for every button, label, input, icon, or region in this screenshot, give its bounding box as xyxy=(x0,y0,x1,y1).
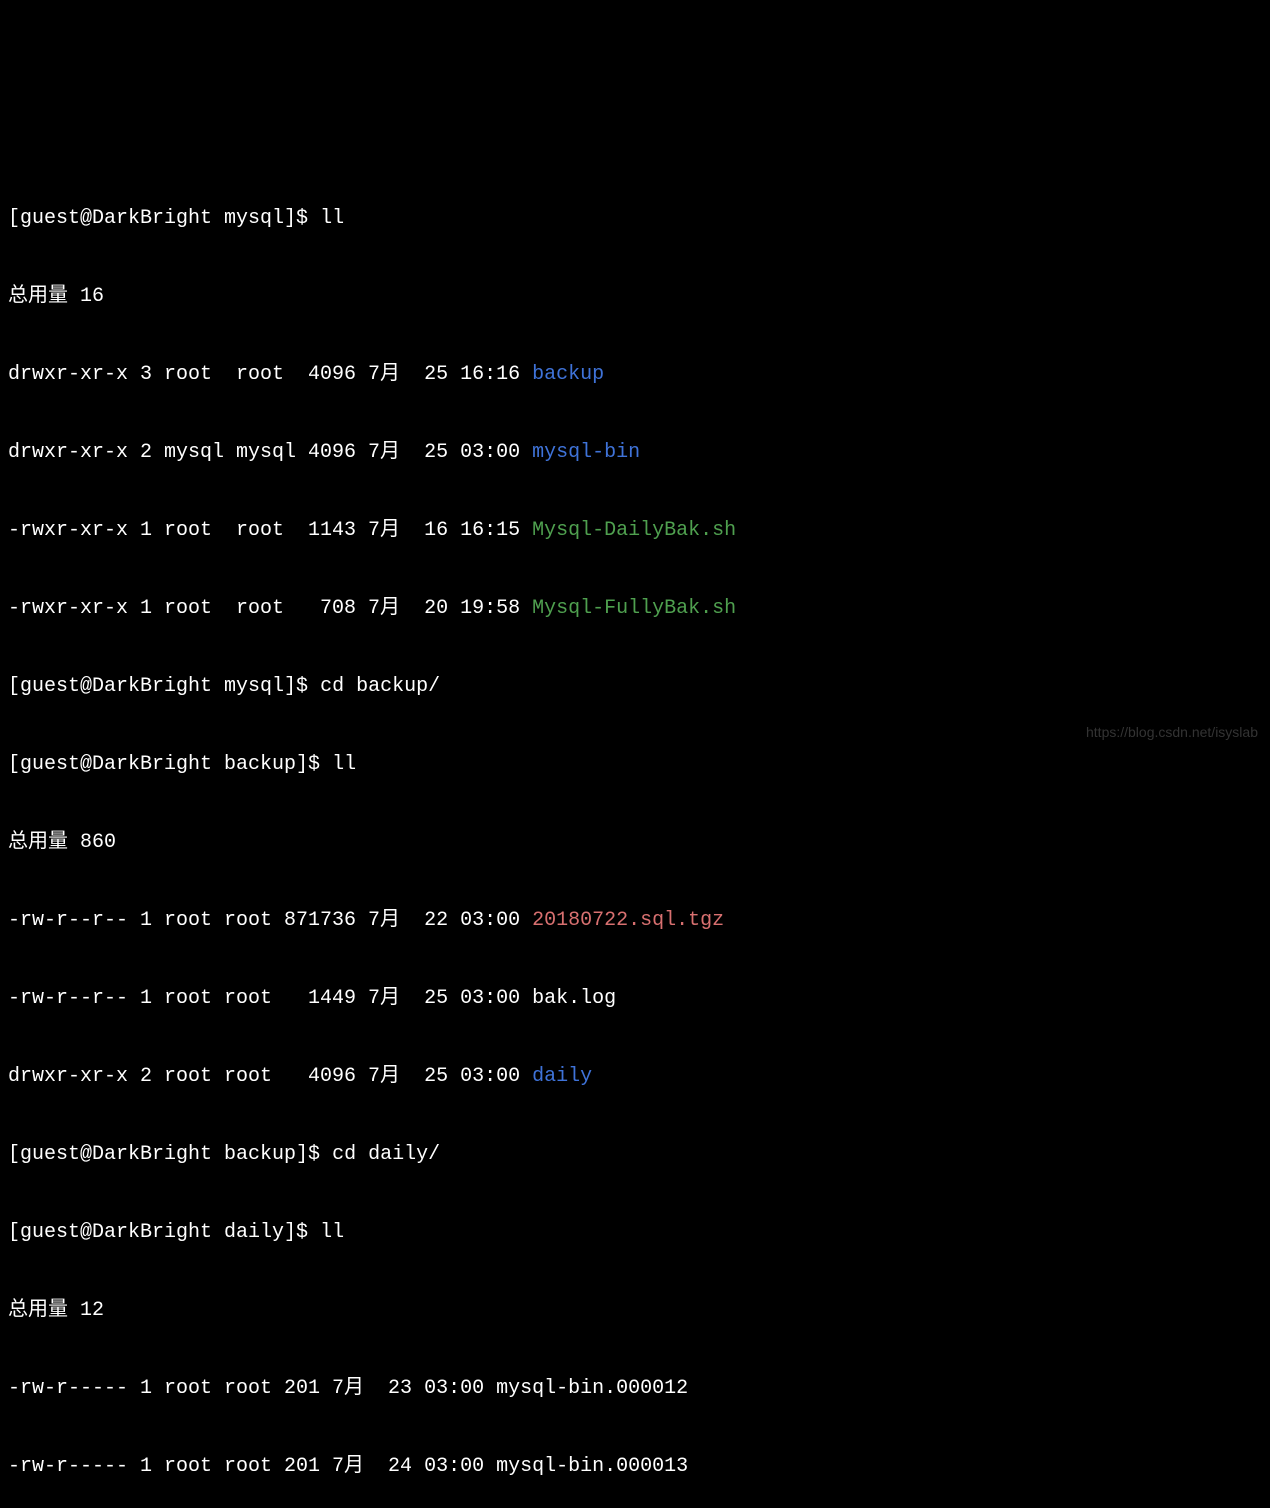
file-name: mysql-bin xyxy=(532,441,640,464)
command-text: ll xyxy=(320,1221,344,1244)
shell-prompt: [guest@DarkBright daily]$ xyxy=(8,1221,320,1244)
file-meta: -rw-r--r-- 1 root root 871736 7月 22 03:0… xyxy=(8,909,532,932)
file-entry: -rw-r--r-- 1 root root 871736 7月 22 03:0… xyxy=(8,901,1262,940)
file-entry: drwxr-xr-x 3 root root 4096 7月 25 16:16 … xyxy=(8,355,1262,394)
file-meta: -rw-r--r-- 1 root root 1449 7月 25 03:00 xyxy=(8,987,532,1010)
shell-prompt: [guest@DarkBright mysql]$ xyxy=(8,675,320,698)
command-text: cd backup/ xyxy=(320,675,440,698)
prompt-line: [guest@DarkBright mysql]$ ll xyxy=(8,199,1262,238)
file-meta: drwxr-xr-x 2 mysql mysql 4096 7月 25 03:0… xyxy=(8,441,532,464)
file-name: mysql-bin.000012 xyxy=(496,1377,688,1400)
file-entry: -rw-r--r-- 1 root root 1449 7月 25 03:00 … xyxy=(8,979,1262,1018)
file-entry: drwxr-xr-x 2 mysql mysql 4096 7月 25 03:0… xyxy=(8,433,1262,472)
terminal-output[interactable]: [guest@DarkBright mysql]$ ll 总用量 16 drwx… xyxy=(8,160,1262,1508)
command-text: ll xyxy=(320,207,344,230)
file-entry: -rw-r----- 1 root root 201 7月 23 03:00 m… xyxy=(8,1369,1262,1408)
file-name: backup xyxy=(532,363,604,386)
total-line: 总用量 16 xyxy=(8,277,1262,316)
file-name: daily xyxy=(532,1065,592,1088)
file-entry: -rwxr-xr-x 1 root root 708 7月 20 19:58 M… xyxy=(8,589,1262,628)
file-meta: -rwxr-xr-x 1 root root 1143 7月 16 16:15 xyxy=(8,519,532,542)
file-meta: -rw-r----- 1 root root 201 7月 24 03:00 xyxy=(8,1455,496,1478)
file-name: Mysql-DailyBak.sh xyxy=(532,519,736,542)
file-meta: drwxr-xr-x 2 root root 4096 7月 25 03:00 xyxy=(8,1065,532,1088)
file-entry: drwxr-xr-x 2 root root 4096 7月 25 03:00 … xyxy=(8,1057,1262,1096)
file-name: Mysql-FullyBak.sh xyxy=(532,597,736,620)
prompt-line: [guest@DarkBright mysql]$ cd backup/ xyxy=(8,667,1262,706)
total-line: 总用量 12 xyxy=(8,1291,1262,1330)
watermark-text: https://blog.csdn.net/isyslab xyxy=(1086,719,1258,746)
command-text: ll xyxy=(332,753,356,776)
prompt-line: [guest@DarkBright backup]$ cd daily/ xyxy=(8,1135,1262,1174)
shell-prompt: [guest@DarkBright backup]$ xyxy=(8,1143,332,1166)
file-name: bak.log xyxy=(532,987,616,1010)
file-name: 20180722.sql.tgz xyxy=(532,909,724,932)
file-meta: drwxr-xr-x 3 root root 4096 7月 25 16:16 xyxy=(8,363,532,386)
prompt-line: [guest@DarkBright backup]$ ll xyxy=(8,745,1262,784)
file-meta: -rwxr-xr-x 1 root root 708 7月 20 19:58 xyxy=(8,597,532,620)
total-line: 总用量 860 xyxy=(8,823,1262,862)
file-entry: -rwxr-xr-x 1 root root 1143 7月 16 16:15 … xyxy=(8,511,1262,550)
command-text: cd daily/ xyxy=(332,1143,440,1166)
file-name: mysql-bin.000013 xyxy=(496,1455,688,1478)
shell-prompt: [guest@DarkBright mysql]$ xyxy=(8,207,320,230)
prompt-line: [guest@DarkBright daily]$ ll xyxy=(8,1213,1262,1252)
file-entry: -rw-r----- 1 root root 201 7月 24 03:00 m… xyxy=(8,1447,1262,1486)
shell-prompt: [guest@DarkBright backup]$ xyxy=(8,753,332,776)
file-meta: -rw-r----- 1 root root 201 7月 23 03:00 xyxy=(8,1377,496,1400)
